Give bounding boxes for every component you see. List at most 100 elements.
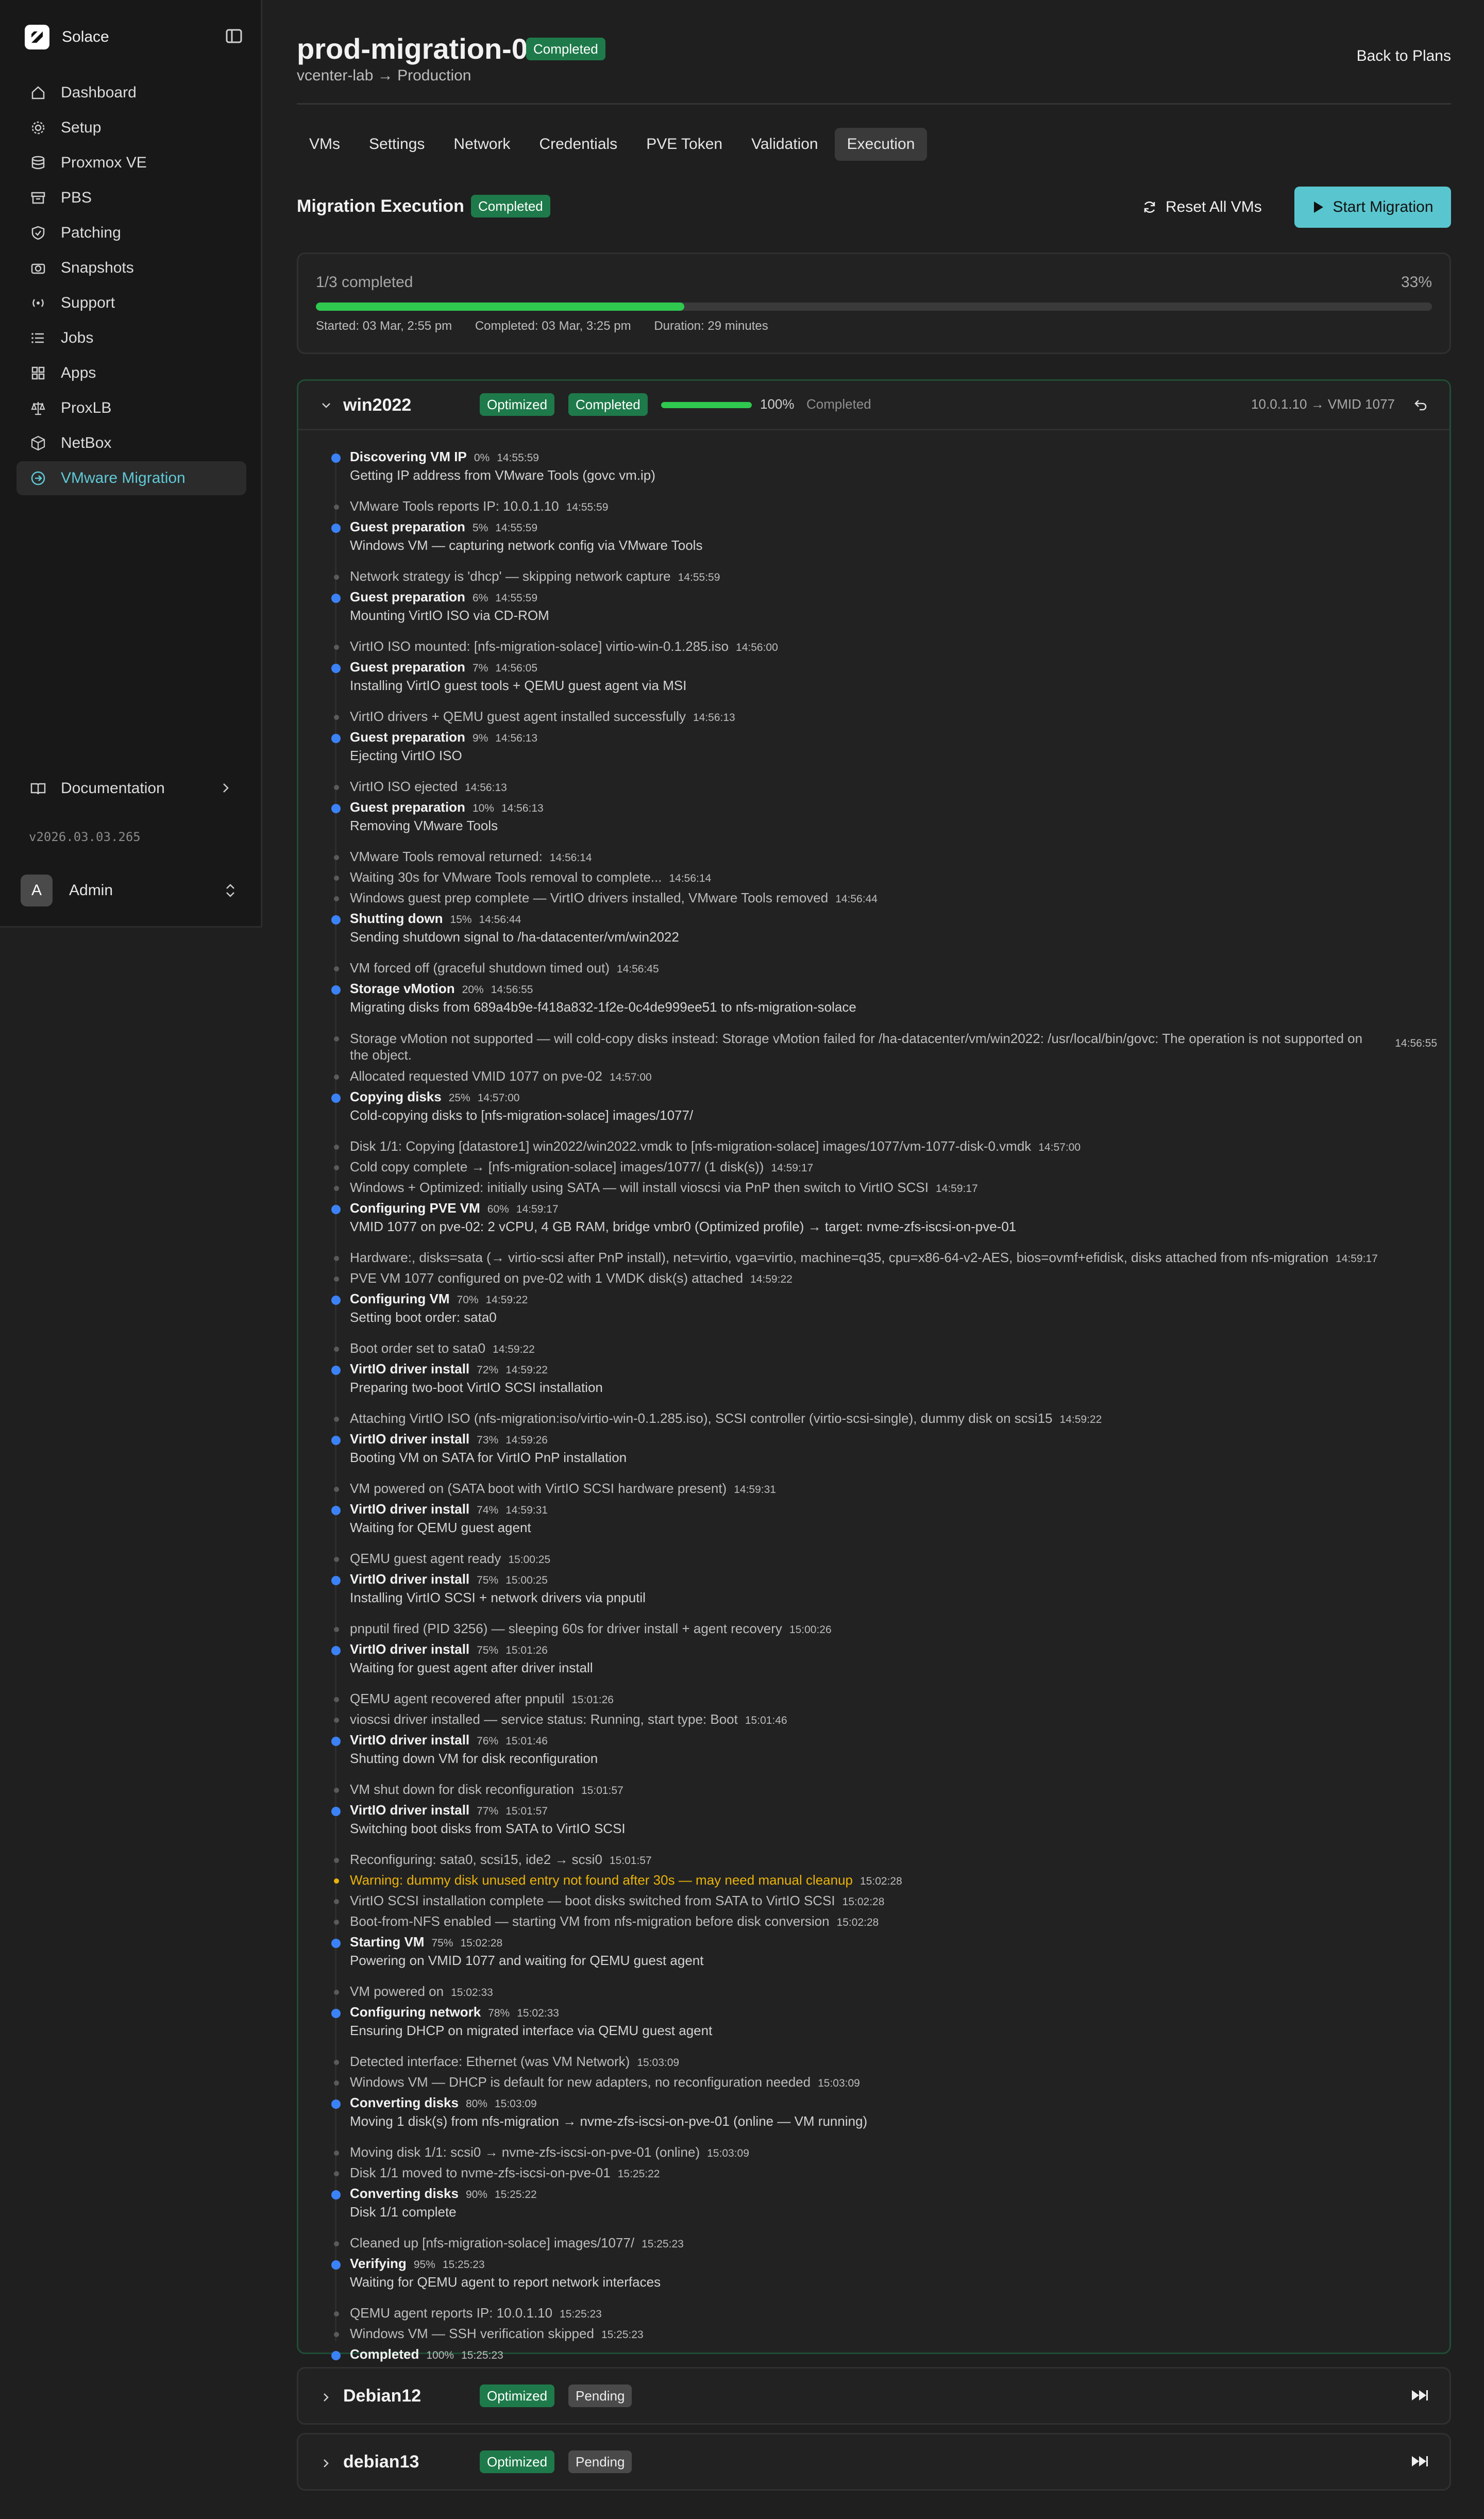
step-percent: 76%	[477, 1735, 499, 1747]
vm-name: win2022	[343, 395, 412, 415]
entry-time: 15:02:28	[836, 1917, 879, 1928]
entry-dot-icon	[334, 2311, 339, 2316]
entry-time: 14:55:59	[566, 501, 609, 513]
progress-bar	[316, 303, 1432, 311]
tab-vms[interactable]: VMs	[297, 128, 352, 161]
step-description: Ensuring DHCP on migrated interface via …	[350, 2023, 713, 2038]
fast-forward-icon[interactable]	[1410, 2454, 1429, 2471]
home-icon	[30, 85, 46, 101]
step-header: Copying disks 25% 14:57:00	[350, 1089, 519, 1105]
profile-badge: Optimized	[480, 393, 555, 416]
back-to-plans-button[interactable]: Back to Plans	[1357, 47, 1451, 65]
entry-time: 15:00:25	[508, 1554, 551, 1566]
documentation-label: Documentation	[61, 780, 165, 797]
step-time: 15:25:23	[442, 2259, 485, 2271]
step-title: Discovering VM IP	[350, 449, 467, 464]
sidebar-item-setup[interactable]: Setup	[16, 111, 246, 145]
chevron-right-icon[interactable]	[319, 2390, 333, 2407]
sidebar-item-patching[interactable]: Patching	[16, 216, 246, 250]
sidebar-item-label: ProxLB	[61, 399, 112, 416]
vm-card-debian13[interactable]: debian13 Optimized Pending	[297, 2433, 1451, 2491]
step-time: 15:01:57	[505, 1805, 548, 1817]
entry-line: VM shut down for disk reconfiguration 15:…	[350, 1782, 623, 1798]
entry-time: 14:59:22	[750, 1273, 792, 1285]
entry-dot-icon	[334, 1277, 339, 1282]
step-description: Disk 1/1 complete	[350, 2204, 457, 2220]
sidebar-item-apps[interactable]: Apps	[16, 356, 246, 390]
sidebar-toggle-icon[interactable]	[224, 26, 244, 46]
step-description: Ejecting VirtIO ISO	[350, 748, 462, 763]
chevron-right-icon[interactable]	[319, 2456, 333, 2473]
step-header: VirtIO driver install 76% 15:01:46	[350, 1732, 548, 1748]
step-time: 15:00:25	[505, 1574, 548, 1586]
vm-card-debian12[interactable]: Debian12 Optimized Pending	[297, 2367, 1451, 2425]
migrate-icon	[30, 470, 46, 486]
entry-time: 15:00:26	[789, 1624, 832, 1636]
vm-state: Completed	[806, 396, 871, 412]
step-dot-icon	[331, 1296, 341, 1305]
step-description: Sending shutdown signal to /ha-datacente…	[350, 929, 679, 945]
sidebar-item-support[interactable]: Support	[16, 286, 246, 320]
step-header: Converting disks 80% 15:03:09	[350, 2095, 537, 2111]
entry-dot-icon	[334, 855, 339, 860]
step-time: 14:59:17	[516, 1203, 559, 1215]
vm-status-badge: Pending	[568, 2450, 632, 2473]
step-header: Shutting down 15% 14:56:44	[350, 911, 521, 927]
entry-time: 14:56:00	[736, 642, 778, 653]
reset-all-vms-button[interactable]: Reset All VMs	[1142, 196, 1262, 219]
solace-logo-icon	[25, 25, 49, 49]
list-icon	[30, 330, 46, 346]
step-percent: 74%	[477, 1504, 499, 1516]
tab-validation[interactable]: Validation	[739, 128, 831, 161]
step-header: VirtIO driver install 77% 15:01:57	[350, 1802, 548, 1818]
entry-time: 15:01:57	[609, 1855, 652, 1867]
start-migration-button[interactable]: Start Migration	[1294, 187, 1451, 228]
vm-card-header[interactable]: win2022 Optimized Completed 100% Complet…	[298, 381, 1449, 430]
grid-icon	[30, 365, 46, 381]
entry-text: PVE VM 1077 configured on pve-02 with 1 …	[350, 1270, 744, 1286]
sidebar-item-vmware-migration[interactable]: VMware Migration	[16, 461, 246, 495]
entry-dot-icon	[334, 2060, 339, 2065]
entry-line: pnputil fired (PID 3256) — sleeping 60s …	[350, 1621, 832, 1637]
documentation-link[interactable]: Documentation	[16, 771, 246, 805]
start-label: Start Migration	[1333, 198, 1434, 215]
sidebar-item-netbox[interactable]: NetBox	[16, 426, 246, 460]
sidebar-item-label: VMware Migration	[61, 469, 185, 486]
tab-execution[interactable]: Execution	[834, 128, 927, 161]
vm-progress-percent: 100%	[760, 396, 795, 412]
entry-dot-icon	[334, 785, 339, 790]
step-title: Guest preparation	[350, 519, 465, 534]
sidebar-item-jobs[interactable]: Jobs	[16, 321, 246, 355]
fast-forward-icon[interactable]	[1410, 2388, 1429, 2405]
entry-line: QEMU agent reports IP: 10.0.1.10 15:25:23	[350, 2305, 602, 2321]
sidebar-item-pbs[interactable]: PBS	[16, 181, 246, 215]
entry-text: Boot-from-NFS enabled — starting VM from…	[350, 1913, 830, 1929]
step-header: VirtIO driver install 74% 14:59:31	[350, 1501, 548, 1517]
step-description: Installing VirtIO SCSI + network drivers…	[350, 1590, 646, 1605]
chevron-down-icon[interactable]	[319, 398, 333, 415]
step-header: Guest preparation 6% 14:55:59	[350, 589, 537, 605]
tab-settings[interactable]: Settings	[357, 128, 437, 161]
entry-line: Boot order set to sata0 14:59:22	[350, 1340, 535, 1356]
tab-credentials[interactable]: Credentials	[527, 128, 630, 161]
user-menu[interactable]: A Admin	[21, 875, 242, 906]
undo-icon[interactable]	[1412, 396, 1429, 415]
tab-pve-token[interactable]: PVE Token	[634, 128, 735, 161]
chevron-updown-icon	[223, 882, 238, 902]
sidebar-item-proxmox-ve[interactable]: Proxmox VE	[16, 146, 246, 180]
sidebar-item-dashboard[interactable]: Dashboard	[16, 76, 246, 110]
step-title: Verifying	[350, 2256, 407, 2271]
brand[interactable]: Solace	[25, 25, 109, 49]
database-icon	[30, 155, 46, 171]
tab-network[interactable]: Network	[441, 128, 522, 161]
entry-dot-icon	[334, 1788, 339, 1793]
sidebar-item-snapshots[interactable]: Snapshots	[16, 251, 246, 285]
entry-dot-icon	[334, 2171, 339, 2176]
entry-line: QEMU guest agent ready 15:00:25	[350, 1551, 550, 1567]
refresh-icon	[1142, 199, 1157, 215]
sidebar-item-proxlb[interactable]: ProxLB	[16, 391, 246, 425]
step-dot-icon	[331, 985, 341, 995]
vm-status-badge: Completed	[568, 393, 648, 416]
entry-line: Disk 1/1: Copying [datastore1] win2022/w…	[350, 1138, 1081, 1154]
step-time: 14:56:05	[495, 662, 538, 674]
